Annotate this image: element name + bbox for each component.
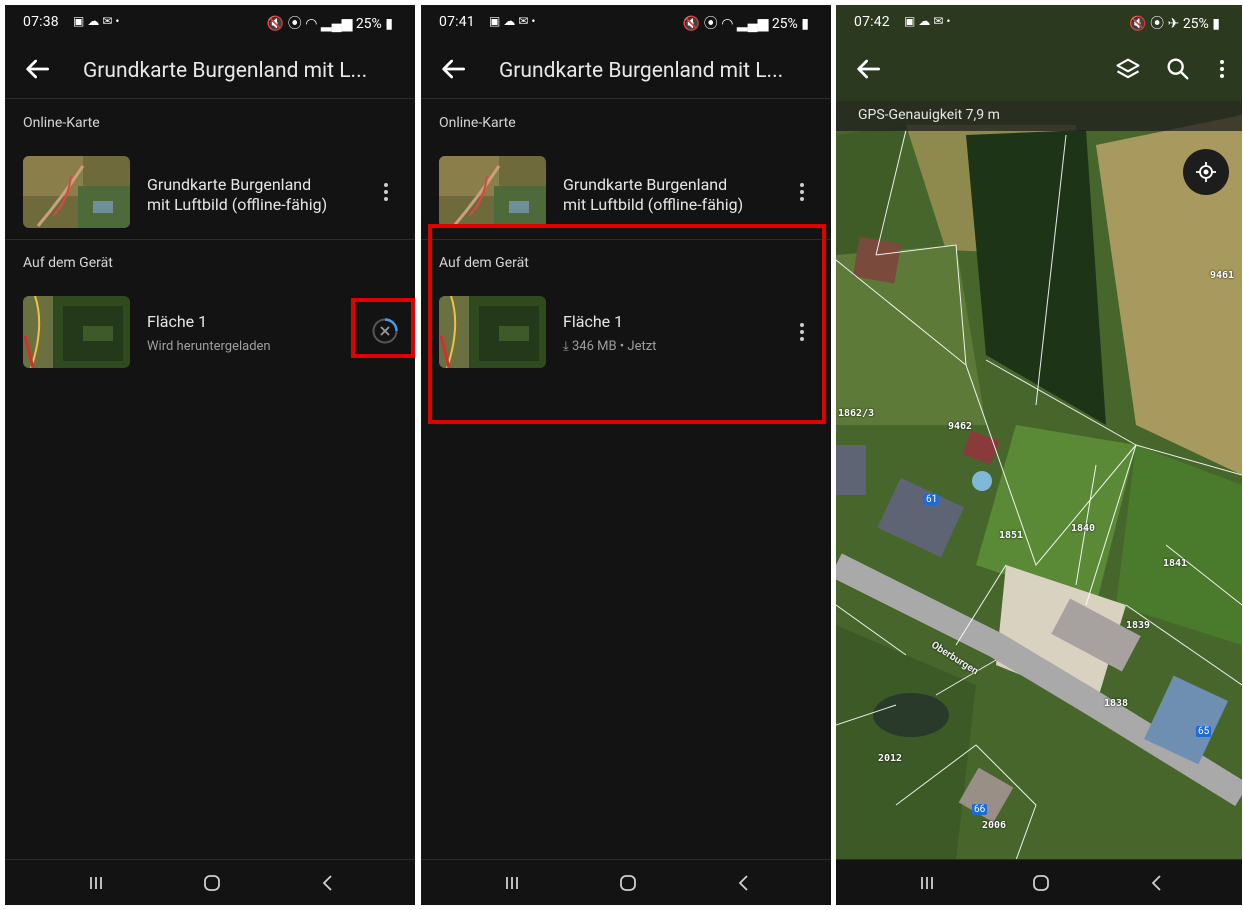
parcel-label: 9461 xyxy=(1210,270,1235,281)
divider xyxy=(421,98,831,99)
notification-icons: ▣ ☁ ✉ • xyxy=(489,14,536,28)
divider xyxy=(5,98,415,99)
highlight-box-cancel xyxy=(351,298,415,358)
status-icons: 🔇 ⦿ ✈ xyxy=(1129,16,1183,32)
more-vertical-icon[interactable] xyxy=(1212,57,1232,81)
page-title: Grundkarte Burgenland mit L... xyxy=(499,59,784,83)
phone-screen-downloading: 07:38 ▣ ☁ ✉ • 🔇 ⦿ ◠ ▂▄▆ 25% ▮ Grundkarte… xyxy=(5,5,415,905)
system-nav-bar xyxy=(421,859,831,905)
status-time: 07:42 xyxy=(854,14,890,30)
divider xyxy=(5,239,415,240)
locate-button[interactable] xyxy=(1183,149,1229,195)
house-number: 65 xyxy=(1196,726,1212,737)
gps-accuracy-bar: GPS-Genauigkeit 7,9 m xyxy=(836,101,1242,131)
nav-back-icon[interactable] xyxy=(1144,870,1170,896)
more-vertical-icon[interactable] xyxy=(376,180,396,204)
parcel-label: 2012 xyxy=(878,753,903,764)
phone-screen-map: 07:42 ▣ ☁ ✉ • 🔇 ⦿ ✈ 25% ▮ GPS-Genauigkei… xyxy=(836,5,1242,905)
device-map-title: Fläche 1 xyxy=(147,312,208,331)
parcel-label: 1862/3 xyxy=(838,408,875,419)
arrow-left-icon[interactable] xyxy=(437,53,469,85)
parcel-label: 2006 xyxy=(982,820,1007,831)
arrow-left-icon[interactable] xyxy=(852,53,884,85)
map-thumbnail-aerial xyxy=(23,156,130,228)
online-map-title-line1: Grundkarte Burgenland xyxy=(147,175,312,194)
parcel-label: 1839 xyxy=(1126,620,1151,631)
recents-icon[interactable] xyxy=(83,870,109,896)
arrow-left-icon[interactable] xyxy=(21,53,53,85)
notification-icons: ▣ ☁ ✉ • xyxy=(73,14,120,28)
notification-icons: ▣ ☁ ✉ • xyxy=(904,14,951,28)
app-bar: Grundkarte Burgenland mit L... xyxy=(421,41,831,101)
home-icon[interactable] xyxy=(1028,870,1054,896)
parcel-label: 1841 xyxy=(1163,558,1188,569)
layers-icon[interactable] xyxy=(1114,55,1142,83)
system-nav-bar xyxy=(836,859,1242,905)
status-bar: 07:42 ▣ ☁ ✉ • 🔇 ⦿ ✈ 25% ▮ xyxy=(836,5,1242,41)
online-map-title-line1: Grundkarte Burgenland xyxy=(563,175,728,194)
nav-back-icon[interactable] xyxy=(731,870,757,896)
status-time: 07:38 xyxy=(23,14,59,30)
section-heading-device: Auf dem Gerät xyxy=(23,255,113,271)
online-map-title-line2: mit Luftbild (offline-fähig) xyxy=(563,195,744,214)
status-icons: 🔇 ⦿ ◠ ▂▄▆ xyxy=(266,16,356,32)
locate-icon xyxy=(1196,162,1216,182)
app-bar: Grundkarte Burgenland mit L... xyxy=(5,41,415,101)
status-bar: 07:38 ▣ ☁ ✉ • 🔇 ⦿ ◠ ▂▄▆ 25% ▮ xyxy=(5,5,415,41)
battery-level: 25% xyxy=(355,16,382,32)
home-icon[interactable] xyxy=(615,870,641,896)
phone-screen-downloaded: 07:41 ▣ ☁ ✉ • 🔇 ⦿ ◠ ▂▄▆ 25% ▮ Grundkarte… xyxy=(421,5,831,905)
search-icon[interactable] xyxy=(1164,55,1192,83)
system-nav-bar xyxy=(5,859,415,905)
home-icon[interactable] xyxy=(199,870,225,896)
parcel-label: 1851 xyxy=(999,530,1024,541)
section-heading-online: Online-Karte xyxy=(439,115,516,131)
status-right: 🔇 ⦿ ◠ ▂▄▆ 25% ▮ xyxy=(266,16,393,32)
page-title: Grundkarte Burgenland mit L... xyxy=(83,59,368,83)
house-number: 61 xyxy=(924,494,940,505)
house-number: 66 xyxy=(972,804,988,815)
status-right: 🔇 ⦿ ✈ 25% ▮ xyxy=(1129,16,1220,32)
section-heading-online: Online-Karte xyxy=(23,115,100,131)
map-top-bar: 07:42 ▣ ☁ ✉ • 🔇 ⦿ ✈ 25% ▮ xyxy=(836,5,1242,101)
parcel-label: 1838 xyxy=(1104,698,1129,709)
more-vertical-icon[interactable] xyxy=(792,180,812,204)
parcel-label: 9462 xyxy=(948,421,973,432)
recents-icon[interactable] xyxy=(499,870,525,896)
status-icons: 🔇 ⦿ ◠ ▂▄▆ xyxy=(682,16,772,32)
battery-level: 25% xyxy=(1182,16,1209,32)
gps-accuracy-text: GPS-Genauigkeit 7,9 m xyxy=(858,107,1000,123)
device-map-status: Wird heruntergeladen xyxy=(147,339,271,354)
battery-level: 25% xyxy=(771,16,798,32)
map-thumbnail-area xyxy=(23,296,130,368)
map-thumbnail-aerial xyxy=(439,156,546,228)
highlight-box-device xyxy=(428,224,826,424)
recents-icon[interactable] xyxy=(914,870,940,896)
status-time: 07:41 xyxy=(439,14,475,30)
parcel-label: 1840 xyxy=(1071,523,1096,534)
aerial-map-view[interactable] xyxy=(836,5,1242,860)
online-map-title-line2: mit Luftbild (offline-fähig) xyxy=(147,195,328,214)
nav-back-icon[interactable] xyxy=(315,870,341,896)
status-bar: 07:41 ▣ ☁ ✉ • 🔇 ⦿ ◠ ▂▄▆ 25% ▮ xyxy=(421,5,831,41)
status-right: 🔇 ⦿ ◠ ▂▄▆ 25% ▮ xyxy=(682,16,809,32)
